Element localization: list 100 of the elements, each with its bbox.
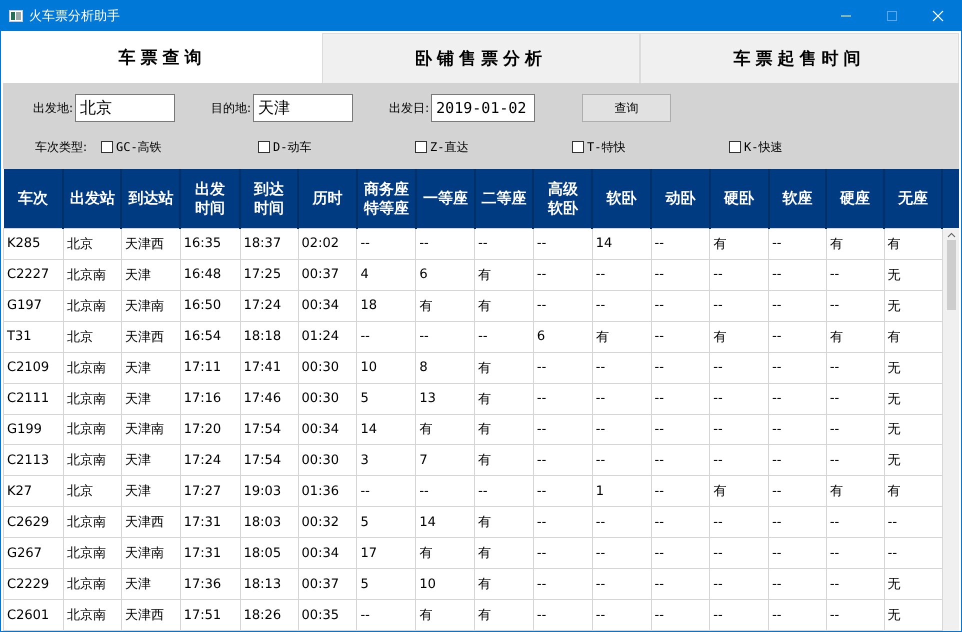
tab[interactable]: 车票起售时间 [640, 33, 960, 83]
table-cell: 13 [416, 383, 475, 414]
table-cell: -- [826, 568, 884, 600]
table-cell: 18:18 [240, 321, 298, 352]
table-cell: 00:32 [298, 506, 357, 538]
table-cell: -- [710, 290, 769, 322]
table-cell: 天津 [121, 568, 180, 600]
table-cell: 北京南 [63, 259, 122, 290]
table-cell: G197 [4, 290, 64, 322]
table-cell: -- [533, 600, 592, 630]
table-cell: -- [710, 538, 769, 569]
table-cell: 17:31 [180, 506, 240, 538]
table-cell: 无 [884, 259, 942, 290]
scroll-up-icon[interactable] [946, 232, 956, 238]
table-cell: 18:37 [240, 228, 298, 260]
table-cell: -- [416, 321, 475, 352]
table-cell: -- [533, 476, 592, 507]
table-cell: -- [651, 414, 710, 445]
table-cell: 无 [884, 568, 942, 600]
table-cell: -- [651, 538, 710, 569]
table-cell: 17:54 [240, 444, 298, 476]
table-cell: -- [416, 228, 475, 260]
table-cell: -- [592, 383, 652, 414]
table-cell: C2111 [4, 383, 64, 414]
table-cell: -- [592, 444, 652, 476]
tab[interactable]: 卧铺售票分析 [322, 33, 640, 83]
table-cell: 无 [884, 290, 942, 322]
table-cell: 有 [826, 321, 884, 352]
scrollbar[interactable] [943, 228, 959, 631]
table-cell: 天津 [121, 259, 180, 290]
table-cell: -- [768, 476, 826, 507]
input-field[interactable]: 北京 [75, 94, 176, 122]
field-label: 目的地: [211, 100, 252, 116]
table-cell: 有 [474, 538, 534, 569]
column-header: 出发站 [63, 169, 122, 228]
column-header: 车次 [4, 169, 64, 228]
table-cell: 17:24 [240, 290, 298, 322]
table-cell: -- [768, 444, 826, 476]
table-cell: -- [768, 228, 826, 260]
train-type-checkbox[interactable]: Z-直达 [415, 138, 572, 156]
table-cell: 天津西 [121, 506, 180, 538]
table-cell: -- [710, 506, 769, 538]
table-cell: -- [651, 568, 710, 600]
table-cell: 17:36 [180, 568, 240, 600]
table-cell: 北京 [63, 228, 122, 260]
train-type-checkbox[interactable]: GC-高铁 [101, 138, 258, 156]
table-cell: -- [533, 538, 592, 569]
table-cell: 4 [356, 259, 416, 290]
table-cell: 有 [592, 321, 652, 352]
table-cell: 无 [884, 352, 942, 384]
field-label: 出发日: [389, 100, 430, 116]
table-cell: -- [768, 259, 826, 290]
field-label: 出发地: [33, 100, 74, 116]
table-cell: -- [592, 414, 652, 445]
table-cell: -- [592, 538, 652, 569]
table-cell: 有 [474, 383, 534, 414]
table-cell: -- [651, 444, 710, 476]
table-cell: 6 [533, 321, 592, 352]
table-cell: -- [826, 506, 884, 538]
table-cell: 天津南 [121, 290, 180, 322]
query-button[interactable]: 查询 [582, 94, 672, 122]
table-cell: -- [651, 321, 710, 352]
table-cell: 00:30 [298, 444, 357, 476]
train-type-checkbox[interactable]: T-特快 [572, 138, 729, 156]
scroll-thumb[interactable] [946, 240, 956, 310]
table-cell: -- [533, 228, 592, 260]
input-field[interactable]: 天津 [253, 94, 354, 122]
table-cell: -- [533, 383, 592, 414]
table-cell: -- [768, 600, 826, 630]
table-cell: C2109 [4, 352, 64, 384]
table-cell: 天津西 [121, 321, 180, 352]
table-cell: 有 [884, 476, 942, 507]
column-header: 出发时间 [180, 169, 240, 228]
table-cell: 天津西 [121, 228, 180, 260]
table-cell: 天津南 [121, 538, 180, 569]
column-header: 到达站 [121, 169, 180, 228]
table-cell: 00:34 [298, 538, 357, 569]
train-type-checkbox[interactable]: D-动车 [258, 138, 415, 156]
table-cell: -- [533, 290, 592, 322]
train-type-checkbox[interactable]: K-快速 [729, 138, 809, 156]
input-field[interactable]: 2019-01-02 [431, 94, 536, 122]
table-cell: -- [651, 476, 710, 507]
table-cell: -- [710, 444, 769, 476]
table-cell: -- [533, 506, 592, 538]
table-cell: 北京南 [63, 414, 122, 445]
table-cell: 3 [356, 444, 416, 476]
table-cell: 16:35 [180, 228, 240, 260]
table-cell: 天津南 [121, 414, 180, 445]
column-header: 到达时间 [240, 169, 298, 228]
table-cell: 北京南 [63, 538, 122, 569]
table-cell: -- [356, 321, 416, 352]
column-header: 软座 [768, 169, 826, 228]
table-cell: 有 [710, 228, 769, 260]
table-cell: -- [768, 506, 826, 538]
table-cell: -- [592, 506, 652, 538]
table-cell: -- [474, 228, 534, 260]
table-cell: -- [826, 259, 884, 290]
table-cell: 17:41 [240, 352, 298, 384]
table-cell: 16:48 [180, 259, 240, 290]
table-cell: 00:37 [298, 259, 357, 290]
